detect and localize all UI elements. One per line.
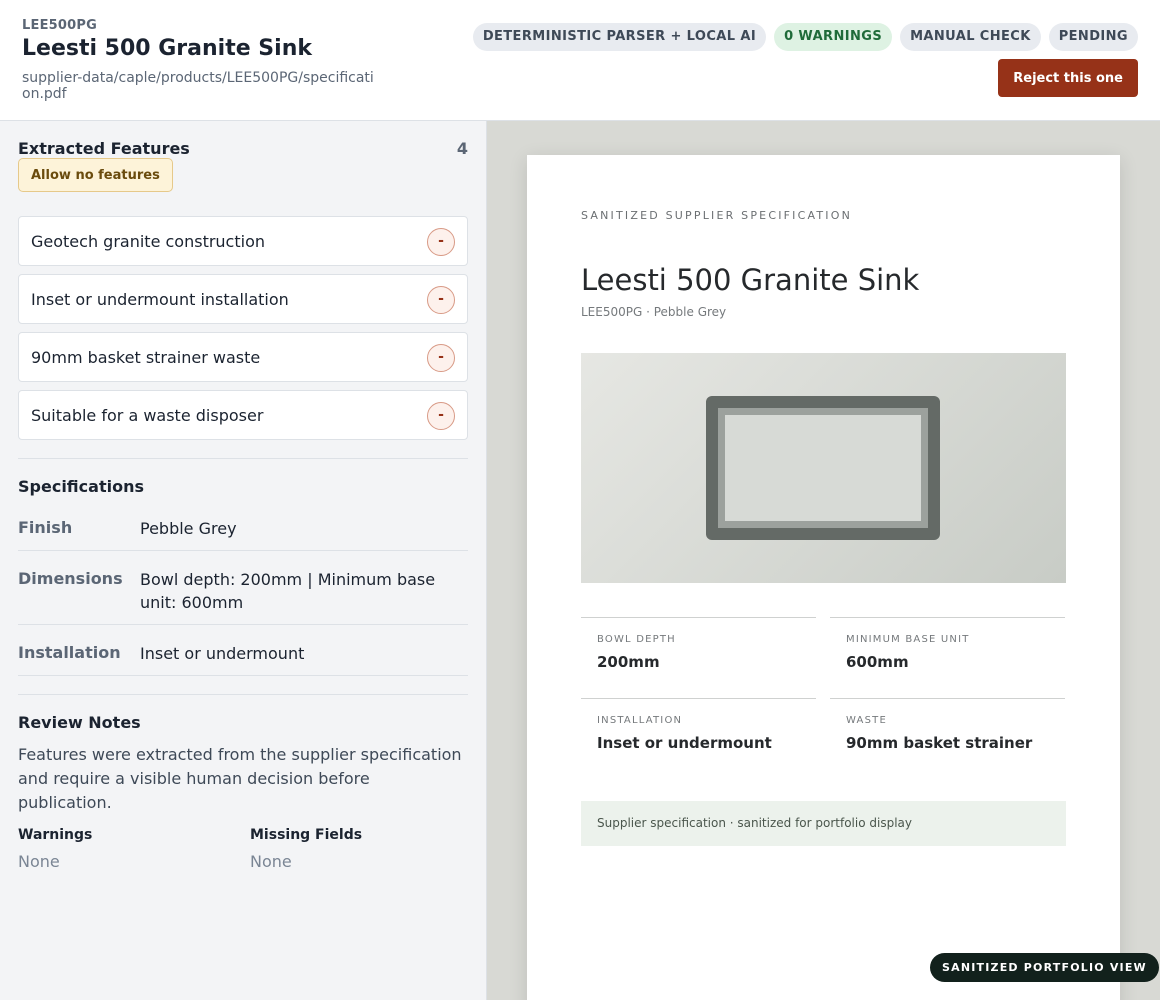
- sink-illustration: [706, 396, 940, 540]
- remove-feature-button[interactable]: -: [427, 402, 455, 430]
- warnings-title: Warnings: [18, 827, 93, 843]
- spec-cell-label: MINIMUM BASE UNIT: [846, 634, 970, 645]
- reject-button[interactable]: Reject this one: [998, 59, 1138, 97]
- status-badge: PENDING: [1048, 23, 1138, 51]
- page-title: Leesti 500 Granite Sink: [22, 36, 312, 61]
- spec-row-installation: Installation Inset or undermount: [18, 625, 468, 676]
- feature-item: Geotech granite construction -: [18, 216, 468, 266]
- spec-cell-installation: INSTALLATION Inset or undermount: [581, 698, 816, 779]
- specification-page: SANITIZED SUPPLIER SPECIFICATION Leesti …: [527, 155, 1120, 1000]
- missing-fields-value: None: [250, 852, 292, 871]
- spec-row-finish: Finish Pebble Grey: [18, 505, 468, 551]
- review-sidebar: Extracted Features 4 Allow no features G…: [0, 121, 487, 1000]
- product-sku: LEE500PG: [22, 18, 97, 33]
- document-kicker: SANITIZED SUPPLIER SPECIFICATION: [581, 209, 853, 222]
- review-header: LEE500PG Leesti 500 Granite Sink supplie…: [0, 0, 1160, 121]
- specifications-table: Finish Pebble Grey Dimensions Bowl depth…: [18, 505, 468, 676]
- source-file-path: supplier-data/caple/products/LEE500PG/sp…: [22, 70, 374, 102]
- spec-row-dimensions: Dimensions Bowl depth: 200mm | Minimum b…: [18, 551, 468, 625]
- feature-label: 90mm basket strainer waste: [31, 348, 261, 367]
- review-notes-title: Review Notes: [18, 713, 141, 732]
- spec-key: Finish: [18, 518, 73, 537]
- features-title: Extracted Features: [18, 139, 190, 158]
- section-divider: [18, 694, 468, 695]
- remove-feature-button[interactable]: -: [427, 344, 455, 372]
- feature-item: Inset or undermount installation -: [18, 274, 468, 324]
- spec-key: Dimensions: [18, 569, 123, 588]
- product-image: [581, 353, 1066, 583]
- warnings-value: None: [18, 852, 60, 871]
- spec-cell-label: WASTE: [846, 715, 887, 726]
- spec-value: Bowl depth: 200mm | Minimum base unit: 6…: [140, 570, 436, 612]
- sink-bowl: [725, 415, 921, 521]
- spec-key: Installation: [18, 643, 121, 662]
- document-subtitle: LEE500PG · Pebble Grey: [581, 305, 727, 319]
- spec-cell-value: 90mm basket strainer: [846, 734, 1033, 752]
- spec-value: Inset or undermount: [140, 644, 305, 663]
- specifications-title: Specifications: [18, 477, 144, 496]
- spec-cell-value: 200mm: [597, 653, 660, 671]
- portfolio-view-badge: SANITIZED PORTFOLIO VIEW: [930, 953, 1159, 982]
- document-footer-text: Supplier specification · sanitized for p…: [597, 816, 912, 830]
- missing-fields-title: Missing Fields: [250, 827, 363, 843]
- feature-item: Suitable for a waste disposer -: [18, 390, 468, 440]
- spec-cell-value: Inset or undermount: [597, 734, 772, 752]
- remove-feature-button[interactable]: -: [427, 286, 455, 314]
- review-notes-text: Features were extracted from the supplie…: [18, 745, 462, 812]
- document-viewer[interactable]: SANITIZED SUPPLIER SPECIFICATION Leesti …: [487, 121, 1160, 1000]
- spec-cell-label: INSTALLATION: [597, 715, 683, 726]
- feature-label: Inset or undermount installation: [31, 290, 289, 309]
- features-count: 4: [456, 139, 468, 158]
- feature-item: 90mm basket strainer waste -: [18, 332, 468, 382]
- spec-value: Pebble Grey: [140, 519, 237, 538]
- spec-cell-waste: WASTE 90mm basket strainer: [830, 698, 1065, 779]
- manual-check-badge: MANUAL CHECK: [900, 23, 1041, 51]
- spec-cell-label: BOWL DEPTH: [597, 634, 676, 645]
- feature-label: Geotech granite construction: [31, 232, 265, 251]
- sink-rim: [718, 408, 928, 528]
- status-badges: DETERMINISTIC PARSER + LOCAL AI 0 WARNIN…: [472, 23, 1138, 51]
- document-footer: Supplier specification · sanitized for p…: [581, 801, 1066, 846]
- allow-no-features-button[interactable]: Allow no features: [18, 158, 173, 192]
- extraction-method-badge: DETERMINISTIC PARSER + LOCAL AI: [472, 23, 767, 51]
- document-title: Leesti 500 Granite Sink: [581, 263, 920, 297]
- warnings-badge: 0 WARNINGS: [774, 23, 893, 51]
- section-divider: [18, 458, 468, 459]
- remove-feature-button[interactable]: -: [427, 228, 455, 256]
- spec-cell-value: 600mm: [846, 653, 909, 671]
- spec-cell-bowl-depth: BOWL DEPTH 200mm: [581, 617, 816, 698]
- spec-cell-minimum-base-unit: MINIMUM BASE UNIT 600mm: [830, 617, 1065, 698]
- feature-list: Geotech granite construction - Inset or …: [18, 216, 468, 448]
- feature-label: Suitable for a waste disposer: [31, 406, 264, 425]
